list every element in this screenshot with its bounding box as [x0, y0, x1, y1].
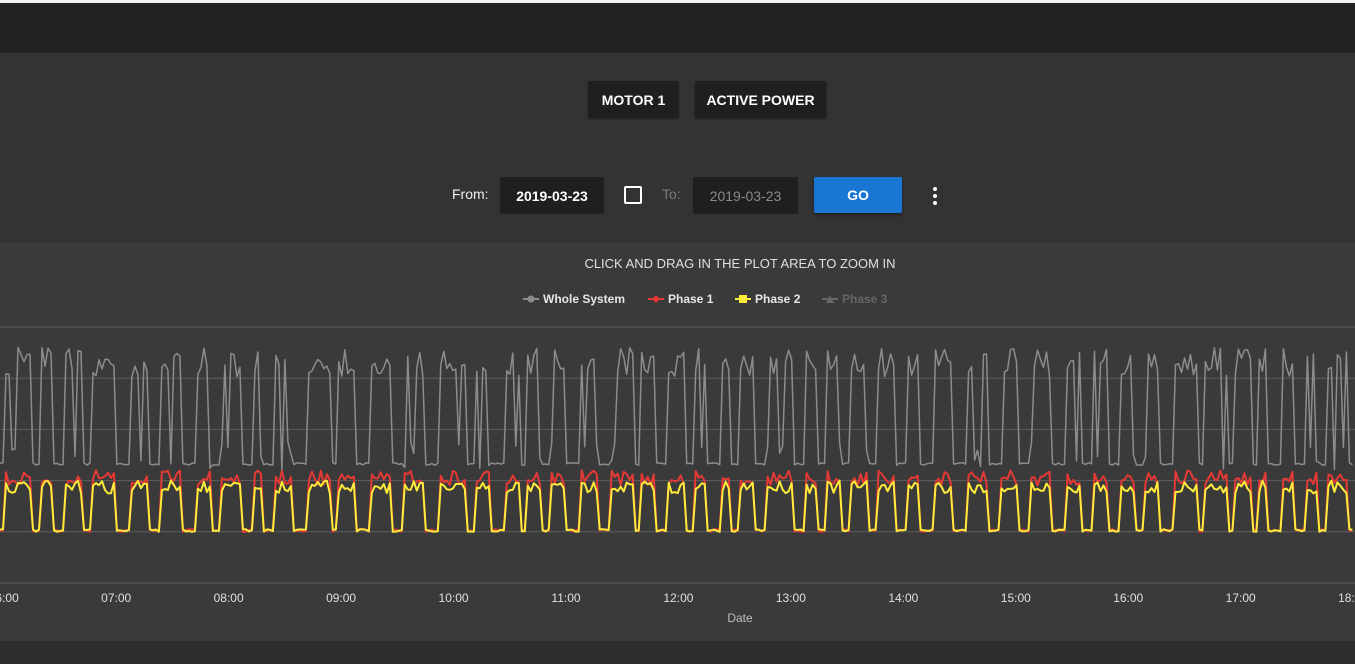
- to-label: To:: [662, 186, 681, 202]
- x-tick-label: 08:00: [214, 591, 244, 605]
- more-options-icon[interactable]: [932, 187, 938, 207]
- metric-select-button[interactable]: ACTIVE POWER: [695, 81, 826, 118]
- x-tick-label: 07:00: [101, 591, 131, 605]
- x-tick-label: 13:00: [776, 591, 806, 605]
- to-date-field[interactable]: 2019-03-23: [693, 177, 798, 214]
- x-tick-label: 09:00: [326, 591, 356, 605]
- series-line-phase-2[interactable]: [0, 479, 1353, 533]
- series-line-phase-1[interactable]: [0, 469, 1353, 533]
- controls-panel: MOTOR 1 ACTIVE POWER From: 2019-03-23 To…: [0, 53, 1355, 243]
- x-tick-label: 10:00: [439, 591, 469, 605]
- series-line-whole-system[interactable]: [0, 346, 1353, 472]
- line-chart[interactable]: 06:00 07:00 08:00 09:00 10:00 11:00 12:00 13:00…: [0, 243, 1355, 641]
- motor-select-button[interactable]: MOTOR 1: [588, 81, 679, 118]
- x-tick-label: 06:00: [0, 591, 19, 605]
- x-tick-label: 15:00: [1001, 591, 1031, 605]
- from-date-field[interactable]: 2019-03-23: [500, 177, 604, 214]
- x-tick-label: 16:00: [1113, 591, 1143, 605]
- go-button[interactable]: GO: [814, 177, 902, 213]
- x-axis-label: Date: [727, 611, 753, 625]
- x-tick-label: 12:00: [663, 591, 693, 605]
- to-date-checkbox[interactable]: [624, 186, 642, 204]
- x-tick-label: 17:00: [1226, 591, 1256, 605]
- x-tick-label: 14:00: [888, 591, 918, 605]
- x-tick-label: 11:00: [551, 591, 580, 605]
- footer-strip: [0, 641, 1355, 664]
- app-toolbar: [0, 3, 1355, 53]
- from-label: From:: [452, 186, 489, 202]
- x-tick-label: 18:00: [1338, 591, 1355, 605]
